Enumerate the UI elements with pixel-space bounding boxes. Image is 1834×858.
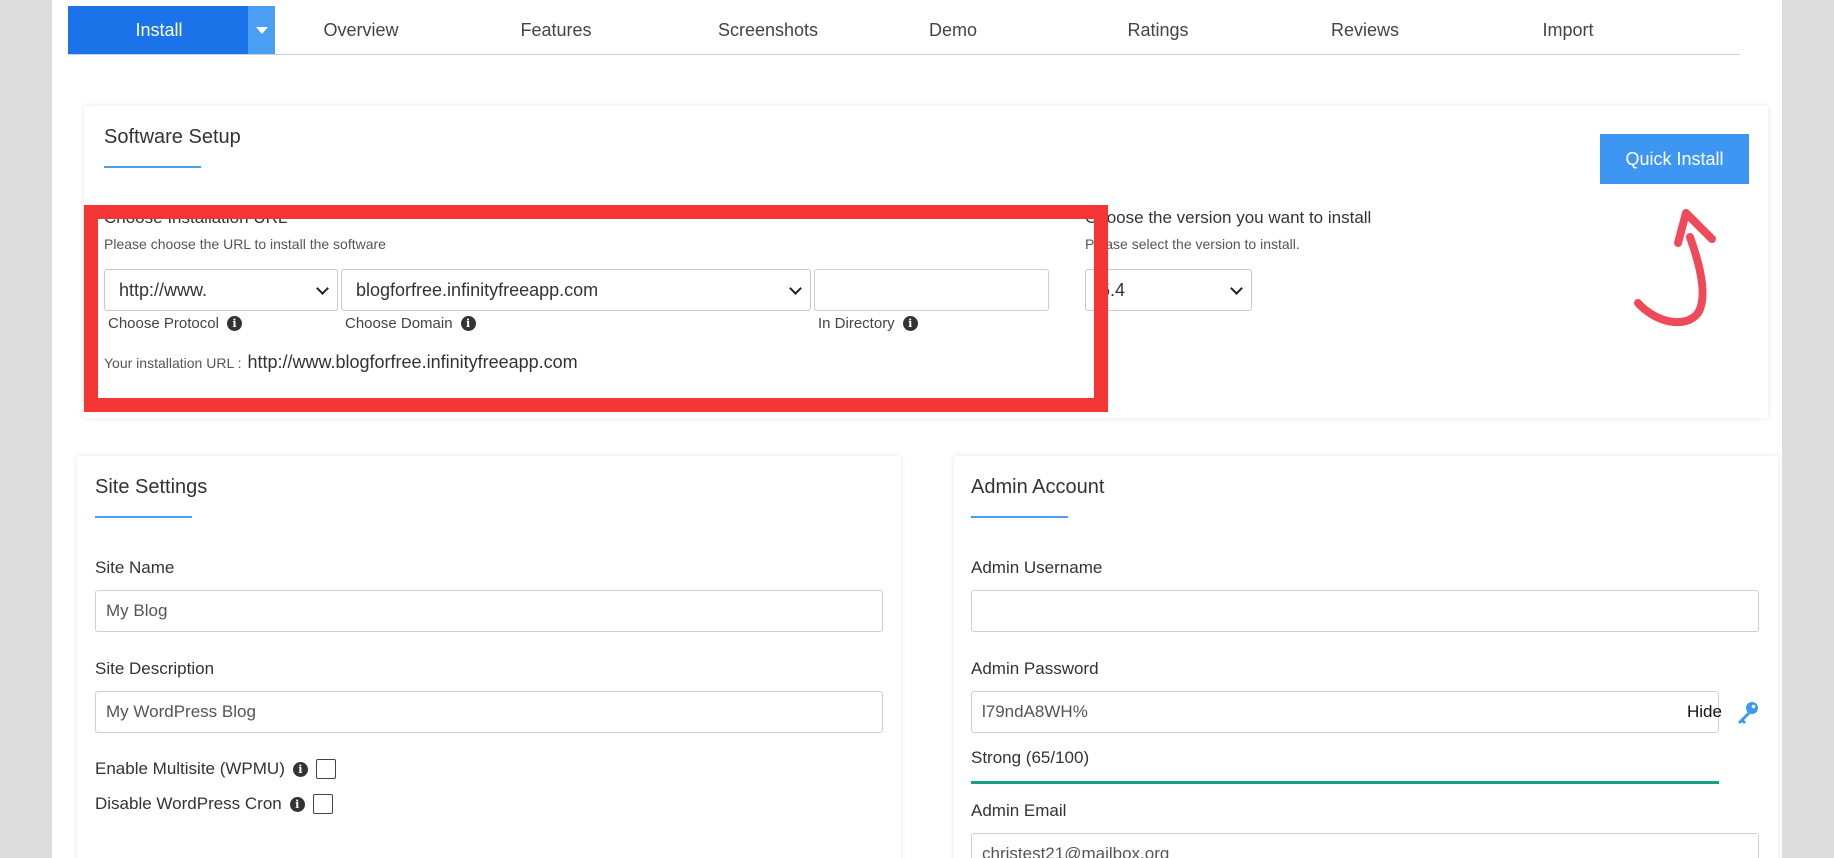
tab-reviews[interactable]: Reviews bbox=[1300, 6, 1430, 54]
software-setup-title: Software Setup bbox=[104, 126, 241, 148]
disable-cron-label: Disable WordPress Cron bbox=[95, 794, 282, 813]
tab-features[interactable]: Features bbox=[491, 6, 621, 54]
install-url-value: http://www.blogforfree.infinityfreeapp.c… bbox=[247, 352, 578, 372]
site-settings-title: Site Settings bbox=[95, 476, 208, 498]
chevron-down-icon bbox=[316, 282, 329, 295]
tab-demo[interactable]: Demo bbox=[893, 6, 1013, 54]
install-url-label: Your installation URL : bbox=[104, 355, 242, 371]
admin-email-label: Admin Email bbox=[971, 801, 1067, 820]
hide-password-button[interactable]: Hide bbox=[1687, 702, 1722, 722]
site-description-label: Site Description bbox=[95, 659, 215, 678]
info-icon[interactable]: i bbox=[226, 316, 242, 331]
chevron-down-icon bbox=[789, 282, 802, 295]
key-icon[interactable] bbox=[1735, 700, 1761, 726]
arrow-annotation-icon bbox=[1634, 209, 1716, 326]
directory-label-text: In Directory bbox=[818, 315, 895, 332]
version-select-value: 5.4 bbox=[1100, 279, 1126, 300]
install-url-row: Your installation URL : http://www.blogf… bbox=[104, 352, 578, 373]
site-name-label: Site Name bbox=[95, 558, 175, 577]
install-url-subtitle: Please choose the URL to install the sof… bbox=[104, 236, 386, 252]
protocol-label-text: Choose Protocol bbox=[108, 315, 219, 332]
admin-username-label: Admin Username bbox=[971, 558, 1103, 577]
protocol-label: Choose Protocol i bbox=[108, 315, 242, 332]
password-strength-text: Strong (65/100) bbox=[971, 748, 1090, 767]
tab-import[interactable]: Import bbox=[1508, 6, 1628, 54]
install-url-title: Choose Installation URL bbox=[104, 208, 288, 227]
multisite-label: Enable Multisite (WPMU) bbox=[95, 759, 285, 778]
version-subtitle: Please select the version to install. bbox=[1085, 236, 1300, 252]
software-setup-underline bbox=[104, 166, 201, 168]
tab-bar: Install Overview Features Screenshots De… bbox=[68, 6, 1740, 55]
left-gutter bbox=[0, 0, 52, 858]
site-description-input[interactable]: My WordPress Blog bbox=[95, 691, 883, 733]
info-icon[interactable]: i bbox=[289, 796, 305, 812]
version-select[interactable]: 5.4 bbox=[1085, 269, 1252, 311]
protocol-select-value: http://www. bbox=[119, 279, 208, 300]
chevron-down-icon bbox=[1230, 282, 1243, 295]
multisite-checkbox[interactable] bbox=[315, 759, 336, 779]
domain-select-value: blogforfree.infinityfreeapp.com bbox=[356, 279, 599, 300]
install-dropdown-toggle[interactable] bbox=[248, 6, 275, 54]
site-name-input[interactable]: My Blog bbox=[95, 590, 883, 632]
info-icon[interactable]: i bbox=[902, 316, 918, 331]
quick-install-button[interactable]: Quick Install bbox=[1600, 134, 1749, 184]
info-icon[interactable]: i bbox=[460, 316, 476, 331]
admin-password-input[interactable]: l79ndA8WH% bbox=[971, 691, 1719, 733]
disable-cron-checkbox[interactable] bbox=[312, 794, 333, 814]
tab-ratings[interactable]: Ratings bbox=[1093, 6, 1223, 54]
site-settings-underline bbox=[95, 516, 192, 518]
tab-overview[interactable]: Overview bbox=[286, 6, 436, 54]
right-gutter bbox=[1782, 0, 1834, 858]
version-title: Choose the version you want to install bbox=[1085, 208, 1372, 227]
disable-cron-row: Disable WordPress Cron i bbox=[95, 794, 333, 814]
domain-label: Choose Domain i bbox=[345, 315, 476, 332]
multisite-row: Enable Multisite (WPMU) i bbox=[95, 759, 336, 779]
directory-input[interactable] bbox=[814, 269, 1049, 311]
admin-password-label: Admin Password bbox=[971, 659, 1099, 678]
directory-label: In Directory i bbox=[818, 315, 918, 332]
domain-select[interactable]: blogforfree.infinityfreeapp.com bbox=[341, 269, 811, 311]
domain-label-text: Choose Domain bbox=[345, 315, 453, 332]
protocol-select[interactable]: http://www. bbox=[104, 269, 338, 311]
tab-install-label: Install bbox=[135, 19, 183, 40]
tab-screenshots[interactable]: Screenshots bbox=[688, 6, 848, 54]
info-icon[interactable]: i bbox=[292, 761, 308, 777]
admin-account-card bbox=[954, 456, 1778, 858]
password-strength-bar bbox=[971, 781, 1719, 784]
tab-install[interactable]: Install bbox=[68, 6, 275, 54]
admin-email-input[interactable]: christest21@mailbox.org bbox=[971, 833, 1759, 858]
admin-account-title: Admin Account bbox=[971, 476, 1105, 498]
admin-username-input[interactable] bbox=[971, 590, 1759, 632]
admin-account-underline bbox=[971, 516, 1068, 518]
